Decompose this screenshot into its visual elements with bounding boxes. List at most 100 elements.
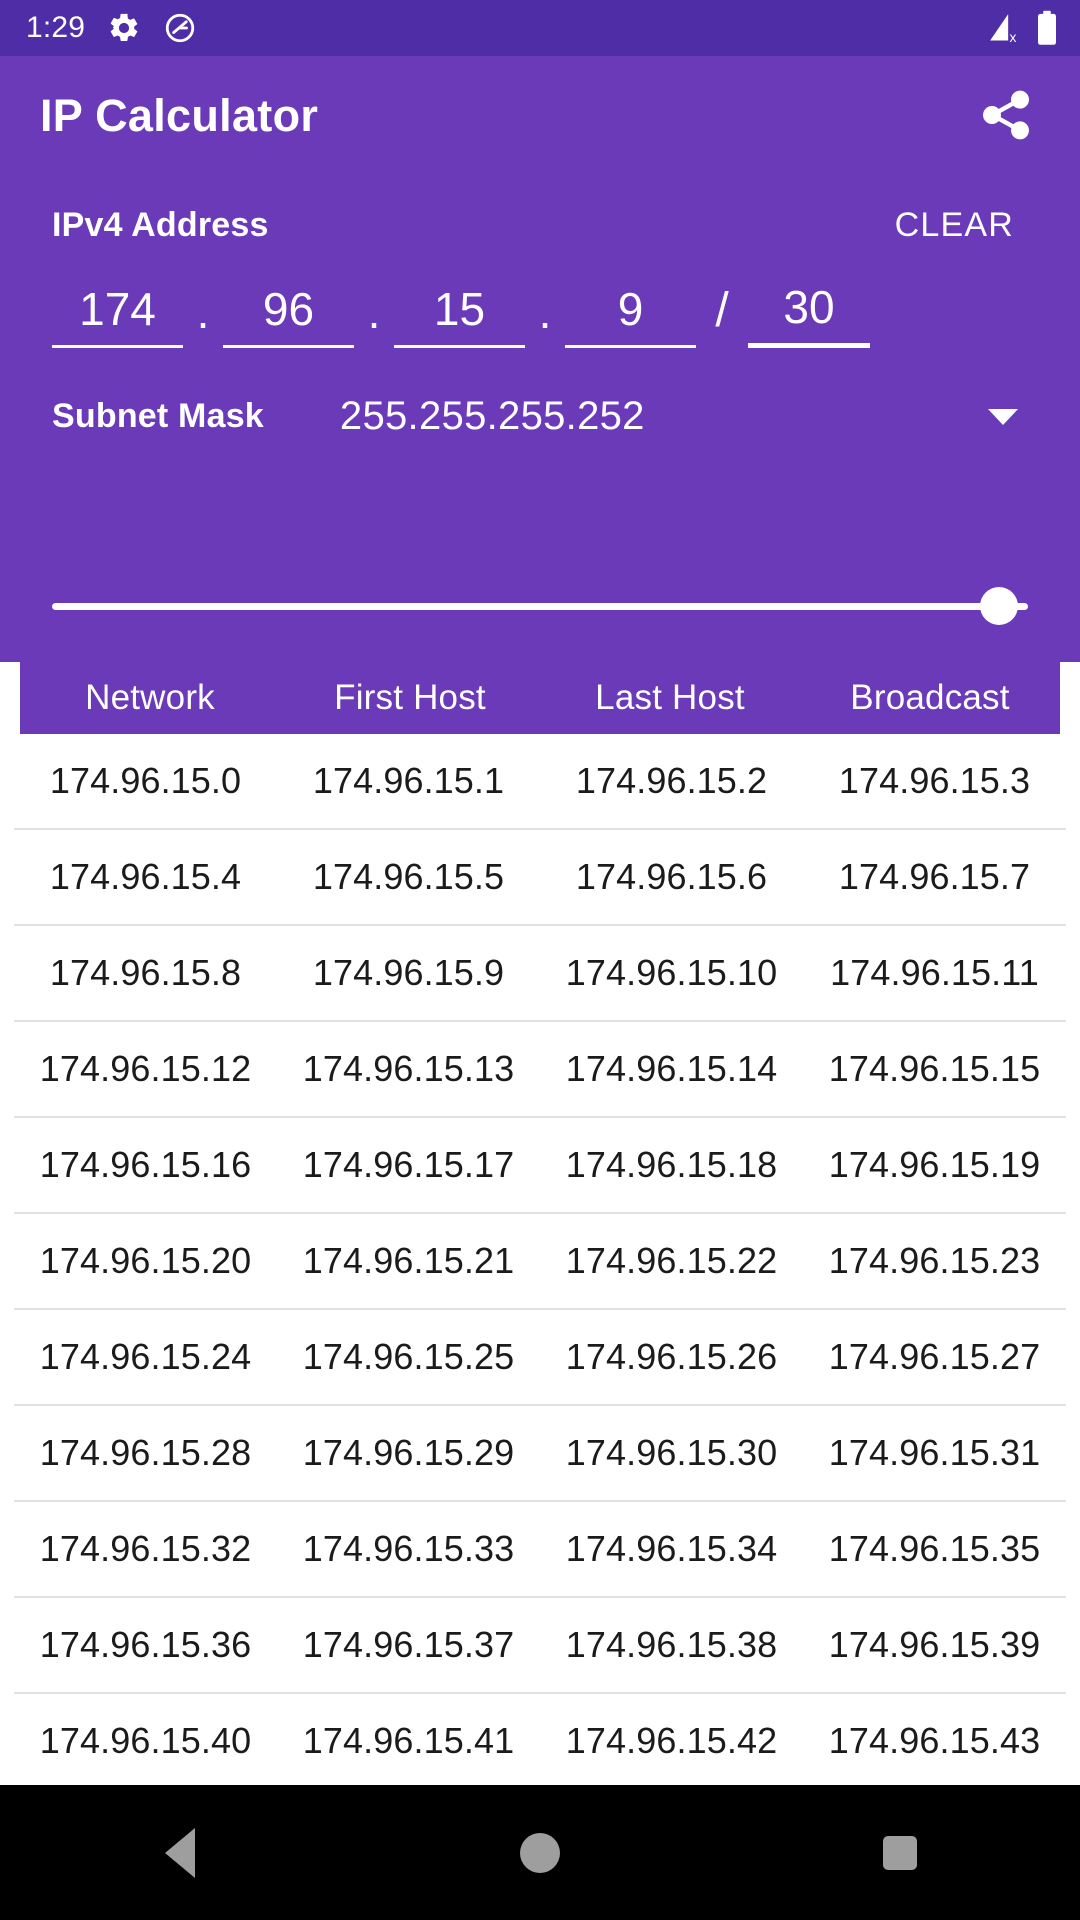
cidr-slider[interactable] [52,584,1028,628]
dnd-icon [163,11,197,45]
table-cell: 174.96.15.2 [575,760,768,801]
cidr-slash: / [715,283,729,337]
table-cell: 174.96.15.11 [830,952,1039,993]
table-cell: 174.96.15.17 [302,1144,515,1185]
table-body: 174.96.15.0 174.96.15.1 174.96.15.2 174.96.… [0,734,1080,1785]
table-header-cell: Broadcast [850,678,1010,717]
table-cell: 174.96.15.30 [565,1432,778,1473]
octet-4-input[interactable]: 9 [565,285,696,349]
octet-1-input[interactable]: 174 [52,285,183,349]
table-cell: 174.96.15.10 [565,952,778,993]
table-row[interactable]: 174.96.15.36 174.96.15.37 174.96.15.38 174.… [14,1598,1066,1694]
table-cell: 174.96.15.24 [39,1336,252,1377]
table-cell: 174.96.15.18 [565,1144,778,1185]
table-cell: 174.96.15.26 [565,1336,778,1377]
home-circle-icon [520,1832,560,1873]
octet-3-input[interactable]: 15 [394,285,525,349]
cidr-prefix-input[interactable]: 30 [748,283,870,349]
clear-button[interactable]: CLEAR [889,202,1020,249]
table-cell: 174.96.15.14 [565,1048,778,1089]
android-navigation-bar [0,1785,1080,1920]
table-row[interactable]: 174.96.15.12 174.96.15.13 174.96.15.14 174.… [14,1022,1066,1118]
table-cell: 174.96.15.31 [828,1432,1041,1473]
table-row[interactable]: 174.96.15.0 174.96.15.1 174.96.15.2 174.96.… [14,734,1066,830]
table-header-row: Network First Host Last Host Broadcast [20,662,1060,734]
table-cell: 174.96.15.32 [39,1528,252,1569]
table-cell: 174.96.15.12 [39,1048,252,1089]
table-cell: 174.96.15.28 [39,1432,252,1473]
table-cell: 174.96.15.38 [565,1624,778,1665]
table-cell: 174.96.15.27 [828,1336,1041,1377]
table-cell: 174.96.15.33 [302,1528,515,1569]
slider-track [52,602,1028,610]
octet-separator-2: . [367,286,381,338]
nav-home-button[interactable] [470,1785,610,1920]
table-cell: 174.96.15.43 [828,1720,1041,1761]
table-cell: 174.96.15.42 [565,1720,778,1761]
gear-icon [107,11,141,45]
table-row[interactable]: 174.96.15.4 174.96.15.5 174.96.15.6 174.96.… [14,830,1066,926]
ipv4-octet-row: 174 . 96 . 15 . 9 / 30 [52,283,1028,349]
subnet-mask-dropdown[interactable]: Subnet Mask 255.255.255.252 [52,394,1028,439]
table-row[interactable]: 174.96.15.20 174.96.15.21 174.96.15.22 174.… [14,1214,1066,1310]
table-cell: 174.96.15.9 [312,952,505,993]
octet-2-input[interactable]: 96 [223,285,354,349]
slider-thumb[interactable] [979,587,1018,625]
share-button[interactable] [970,79,1042,151]
svg-text:x: x [1010,29,1017,45]
table-cell: 174.96.15.34 [565,1528,778,1569]
subnet-table: Network First Host Last Host Broadcast 174.… [0,662,1080,1785]
octet-separator-1: . [196,286,210,338]
ipv4-label-row: IPv4 Address CLEAR [52,202,1028,249]
table-cell: 174.96.15.41 [302,1720,515,1761]
table-cell: 174.96.15.29 [302,1432,515,1473]
table-cell: 174.96.15.20 [39,1240,252,1281]
table-cell: 174.96.15.8 [49,952,242,993]
table-header-cell: Last Host [595,678,745,717]
table-header-cell: First Host [334,678,486,717]
table-row[interactable]: 174.96.15.40 174.96.15.41 174.96.15.42 174.… [14,1694,1066,1785]
table-cell: 174.96.15.4 [49,856,242,897]
table-cell: 174.96.15.19 [828,1144,1041,1185]
table-cell: 174.96.15.22 [565,1240,778,1281]
table-cell: 174.96.15.39 [828,1624,1041,1665]
table-cell: 174.96.15.6 [575,856,768,897]
subnet-mask-value: 255.255.255.252 [339,394,645,439]
nav-back-button[interactable] [110,1785,250,1920]
share-icon [978,87,1034,143]
status-bar-clock: 1:29 [26,11,86,44]
table-row[interactable]: 174.96.15.32 174.96.15.33 174.96.15.34 174.… [14,1502,1066,1598]
octet-separator-3: . [538,286,552,338]
app-screen: 1:29 x IP Calculator IPv4 Address CLEAR … [0,0,1080,1920]
table-row[interactable]: 174.96.15.16 174.96.15.17 174.96.15.18 174.… [14,1118,1066,1214]
table-cell: 174.96.15.21 [302,1240,515,1281]
table-cell: 174.96.15.1 [312,760,505,801]
subnet-mask-label: Subnet Mask [52,397,264,436]
back-triangle-icon [165,1827,195,1878]
table-cell: 174.96.15.0 [49,760,242,801]
table-cell: 174.96.15.3 [838,760,1031,801]
status-bar-right: x [986,10,1058,46]
battery-full-icon [1036,10,1058,46]
table-row[interactable]: 174.96.15.24 174.96.15.25 174.96.15.26 174.… [14,1310,1066,1406]
cellular-off-icon: x [986,11,1022,45]
table-cell: 174.96.15.15 [828,1048,1041,1089]
table-cell: 174.96.15.23 [828,1240,1041,1281]
table-cell: 174.96.15.35 [828,1528,1041,1569]
table-cell: 174.96.15.5 [312,856,505,897]
table-cell: 174.96.15.16 [39,1144,252,1185]
table-cell: 174.96.15.7 [838,856,1031,897]
recents-square-icon [883,1835,917,1870]
table-cell: 174.96.15.37 [302,1624,515,1665]
nav-recents-button[interactable] [830,1785,970,1920]
app-bar: IP Calculator [0,56,1080,174]
table-row[interactable]: 174.96.15.8 174.96.15.9 174.96.15.10 174.96… [14,926,1066,1022]
table-cell: 174.96.15.36 [39,1624,252,1665]
table-cell: 174.96.15.40 [39,1720,252,1761]
table-row[interactable]: 174.96.15.28 174.96.15.29 174.96.15.30 174.… [14,1406,1066,1502]
page-title: IP Calculator [40,89,319,141]
status-bar: 1:29 x [0,0,1080,56]
chevron-down-icon [988,408,1018,425]
table-cell: 174.96.15.13 [302,1048,515,1089]
ipv4-address-label: IPv4 Address [52,206,269,244]
